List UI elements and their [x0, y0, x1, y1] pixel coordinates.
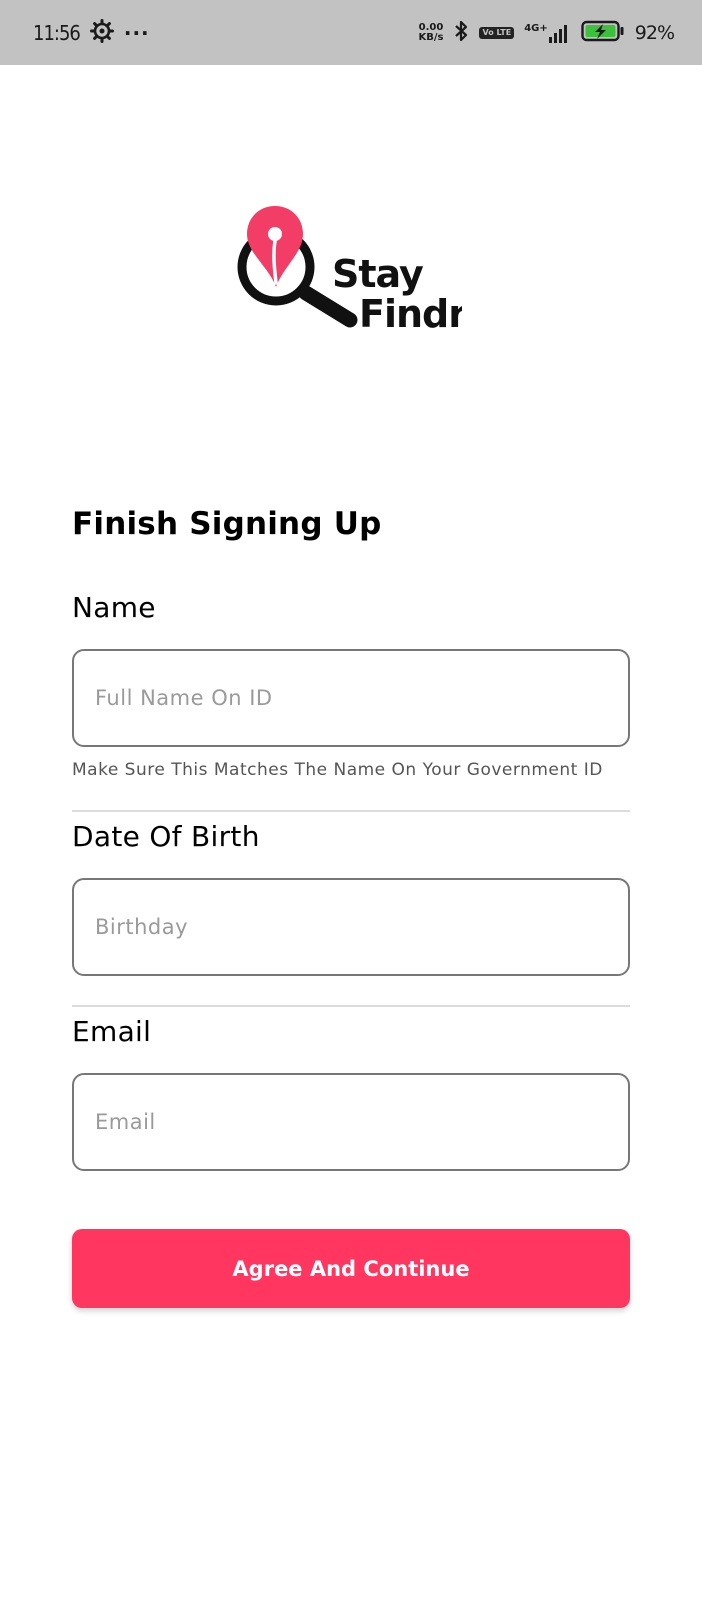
status-time: 11:56: [33, 20, 81, 45]
bluetooth-icon: [453, 19, 469, 47]
battery-percent: 92%: [634, 21, 675, 44]
agree-and-continue-button[interactable]: Agree And Continue: [72, 1229, 630, 1308]
network-speed: 0.00 KB/s: [418, 21, 444, 43]
status-bar-right: 0.00 KB/s Vo LTE 4G+ 92%: [419, 19, 675, 47]
battery-charging-icon: [581, 20, 625, 46]
stayfindr-logo: Stay Findr: [236, 203, 468, 343]
status-bar-left: 11:56 ···: [33, 18, 150, 47]
divider: [72, 810, 630, 812]
full-name-input[interactable]: [72, 649, 630, 747]
network-speed-value: 0.00: [418, 21, 444, 33]
birthday-input[interactable]: [72, 878, 630, 976]
dob-label: Date Of Birth: [72, 820, 260, 853]
page-title: Finish Signing Up: [72, 506, 382, 542]
status-bar: 11:56 ··· 0.00 KB/s Vo LTE 4G+ 92%: [0, 0, 702, 65]
network-speed-unit: KB/s: [418, 31, 444, 43]
email-input[interactable]: [72, 1073, 630, 1171]
network-type: 4G+: [524, 22, 548, 34]
volte-badge: Vo LTE: [479, 26, 515, 39]
logo-text-findr: Findr: [359, 292, 462, 336]
more-notifications-icon: ···: [123, 20, 150, 45]
divider: [72, 1005, 630, 1007]
name-helper-text: Make Sure This Matches The Name On Your …: [72, 760, 603, 780]
signal-icon: 4G+: [524, 23, 571, 43]
name-label: Name: [72, 591, 156, 624]
settings-icon: [89, 18, 114, 47]
logo-text-stay: Stay: [332, 252, 424, 296]
magnifier-handle-icon: [298, 285, 358, 328]
email-label: Email: [72, 1015, 152, 1048]
